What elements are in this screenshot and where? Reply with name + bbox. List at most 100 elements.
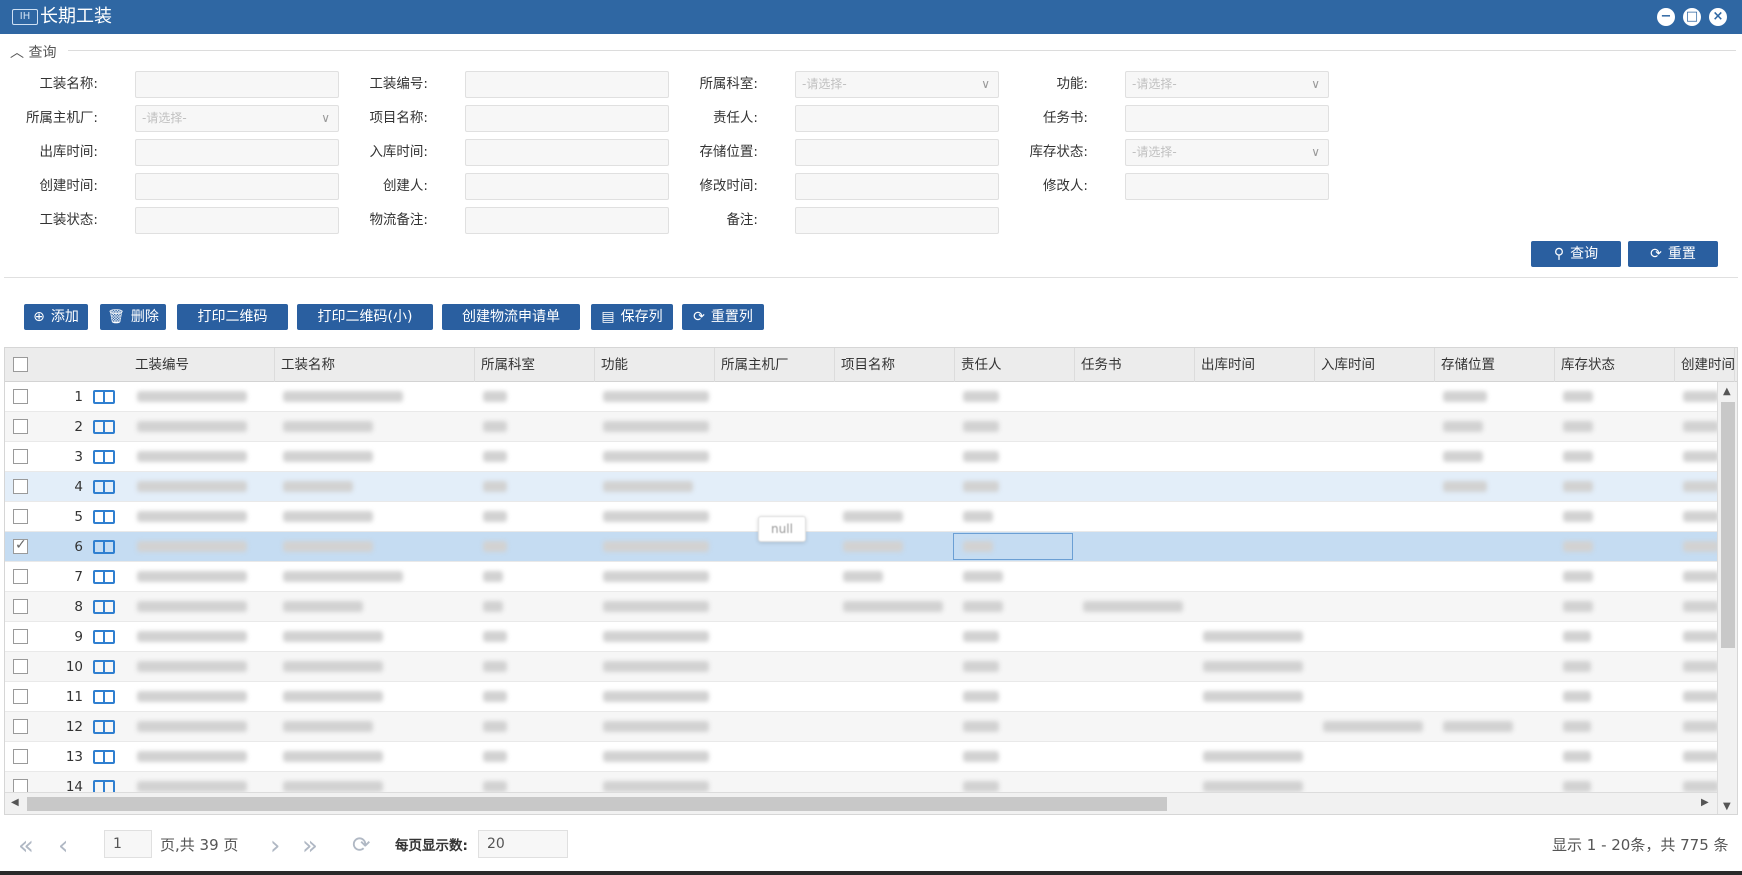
query-input[interactable] xyxy=(465,173,669,200)
table-row[interactable]: 12 xyxy=(5,712,1719,742)
query-input[interactable] xyxy=(795,105,999,132)
active-cell[interactable] xyxy=(953,533,1073,560)
view-detail-icon[interactable] xyxy=(93,420,115,434)
row-checkbox[interactable] xyxy=(13,719,28,734)
chevron-down-icon[interactable]: ∨ xyxy=(1311,72,1320,97)
view-detail-icon[interactable] xyxy=(93,510,115,524)
maximize-icon[interactable]: □ xyxy=(1683,8,1701,26)
query-input[interactable] xyxy=(135,139,339,166)
print-qr-small-button[interactable]: 打印二维码(小) xyxy=(297,304,433,330)
query-input[interactable] xyxy=(795,173,999,200)
last-page-icon[interactable]: » xyxy=(302,832,318,860)
table-row[interactable]: 6 xyxy=(5,532,1719,562)
prev-page-icon[interactable]: ‹ xyxy=(58,832,68,860)
column-header[interactable]: 工装名称 xyxy=(275,348,475,382)
query-select[interactable]: -请选择- ∨ xyxy=(1125,139,1329,166)
search-button[interactable]: ⚲ 查询 xyxy=(1531,241,1621,267)
chevron-down-icon[interactable]: ∨ xyxy=(321,106,330,131)
page-number-input[interactable]: 1 xyxy=(104,830,152,858)
minimize-icon[interactable]: − xyxy=(1657,8,1675,26)
row-checkbox[interactable] xyxy=(13,689,28,704)
refresh-icon[interactable]: ⟳ xyxy=(352,832,370,860)
view-detail-icon[interactable] xyxy=(93,450,115,464)
scroll-down-icon[interactable]: ▼ xyxy=(1723,801,1731,812)
reset-button[interactable]: ⟳ 重置 xyxy=(1628,241,1718,267)
close-icon[interactable]: × xyxy=(1709,8,1727,26)
column-header[interactable]: 入库时间 xyxy=(1315,348,1435,382)
column-header[interactable]: 库存状态 xyxy=(1555,348,1675,382)
scroll-right-icon[interactable]: ▶ xyxy=(1701,797,1709,808)
save-columns-button[interactable]: ▤ 保存列 xyxy=(591,304,673,330)
vertical-scrollbar[interactable]: ▲ ▼ xyxy=(1717,382,1737,814)
query-select[interactable]: -请选择- ∨ xyxy=(795,71,999,98)
row-checkbox[interactable] xyxy=(13,389,28,404)
column-header[interactable]: 任务书 xyxy=(1075,348,1195,382)
row-checkbox[interactable] xyxy=(13,749,28,764)
create-logistics-button[interactable]: 创建物流申请单 xyxy=(442,304,580,330)
column-header[interactable]: 责任人 xyxy=(955,348,1075,382)
column-header[interactable]: 出库时间 xyxy=(1195,348,1315,382)
table-row[interactable]: 3 xyxy=(5,442,1719,472)
delete-button[interactable]: 🗑 删除 xyxy=(100,304,166,330)
horizontal-scrollbar[interactable]: ◀ ▶ xyxy=(5,792,1717,814)
select-all-checkbox[interactable] xyxy=(13,357,28,372)
collapse-chevron-icon[interactable]: ︿ xyxy=(10,45,24,61)
add-button[interactable]: ⊕ 添加 xyxy=(24,304,88,330)
column-header[interactable]: 创建时间 xyxy=(1675,348,1735,382)
table-row[interactable]: 7 xyxy=(5,562,1719,592)
table-row[interactable]: 11 xyxy=(5,682,1719,712)
table-row[interactable]: 2 xyxy=(5,412,1719,442)
row-checkbox[interactable] xyxy=(13,449,28,464)
row-checkbox[interactable] xyxy=(13,599,28,614)
per-page-input[interactable]: 20 xyxy=(478,830,568,858)
table-row[interactable]: 10 xyxy=(5,652,1719,682)
table-row[interactable]: 5 xyxy=(5,502,1719,532)
column-header[interactable]: 所属主机厂 xyxy=(715,348,835,382)
query-input[interactable] xyxy=(795,139,999,166)
row-checkbox[interactable] xyxy=(13,629,28,644)
table-row[interactable]: 13 xyxy=(5,742,1719,772)
query-input[interactable] xyxy=(465,105,669,132)
row-checkbox[interactable] xyxy=(13,509,28,524)
row-checkbox[interactable] xyxy=(13,569,28,584)
column-header[interactable]: 工装编号 xyxy=(129,348,275,382)
query-input[interactable] xyxy=(465,207,669,234)
print-qr-button[interactable]: 打印二维码 xyxy=(177,304,288,330)
next-page-icon[interactable]: › xyxy=(270,832,280,860)
table-row[interactable]: 4 xyxy=(5,472,1719,502)
horizontal-scroll-thumb[interactable] xyxy=(27,797,1167,811)
scroll-up-icon[interactable]: ▲ xyxy=(1723,386,1731,397)
row-checkbox[interactable] xyxy=(13,479,28,494)
table-row[interactable]: 1 xyxy=(5,382,1719,412)
query-input[interactable] xyxy=(135,71,339,98)
reset-columns-button[interactable]: ⟳ 重置列 xyxy=(682,304,764,330)
view-detail-icon[interactable] xyxy=(93,660,115,674)
view-detail-icon[interactable] xyxy=(93,390,115,404)
first-page-icon[interactable]: « xyxy=(18,832,34,860)
column-header[interactable]: 功能 xyxy=(595,348,715,382)
row-checkbox[interactable] xyxy=(13,659,28,674)
view-detail-icon[interactable] xyxy=(93,690,115,704)
view-detail-icon[interactable] xyxy=(93,720,115,734)
query-select[interactable]: -请选择- ∨ xyxy=(135,105,339,132)
query-legend[interactable]: ︿ 查询 xyxy=(10,42,56,62)
query-input[interactable] xyxy=(1125,173,1329,200)
query-select[interactable]: -请选择- ∨ xyxy=(1125,71,1329,98)
row-checkbox[interactable] xyxy=(13,419,28,434)
chevron-down-icon[interactable]: ∨ xyxy=(981,72,990,97)
query-input[interactable] xyxy=(465,71,669,98)
column-header[interactable]: 所属科室 xyxy=(475,348,595,382)
query-input[interactable] xyxy=(135,207,339,234)
column-header[interactable]: 项目名称 xyxy=(835,348,955,382)
table-row[interactable]: 9 xyxy=(5,622,1719,652)
query-input[interactable] xyxy=(135,173,339,200)
view-detail-icon[interactable] xyxy=(93,630,115,644)
view-detail-icon[interactable] xyxy=(93,600,115,614)
query-input[interactable] xyxy=(1125,105,1329,132)
view-detail-icon[interactable] xyxy=(93,540,115,554)
view-detail-icon[interactable] xyxy=(93,570,115,584)
vertical-scroll-thumb[interactable] xyxy=(1721,402,1735,648)
chevron-down-icon[interactable]: ∨ xyxy=(1311,140,1320,165)
query-input[interactable] xyxy=(465,139,669,166)
row-checkbox[interactable] xyxy=(13,537,28,554)
